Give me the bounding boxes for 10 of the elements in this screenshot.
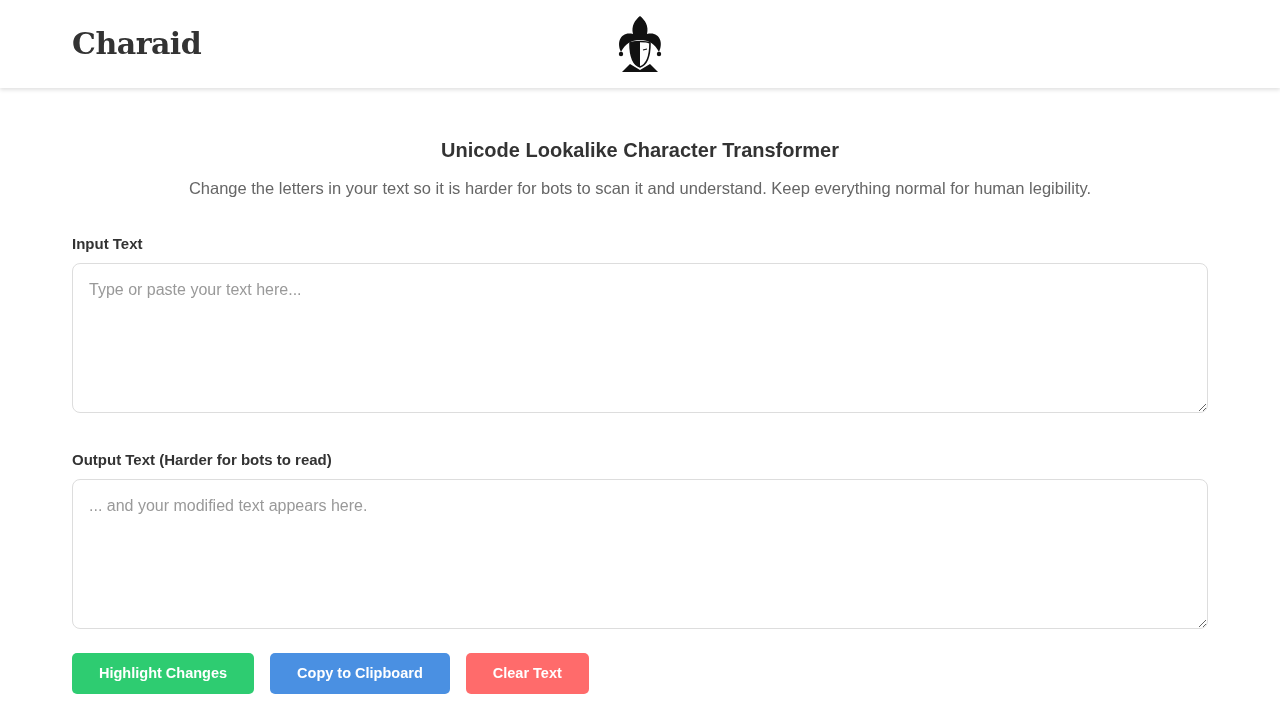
description-text: Change the letters in your text so it is harder for bots to scan it and understand. Keep everything normal for human legibility. (187, 178, 1093, 199)
page-title: Unicode Lookalike Character Transformer (440, 138, 840, 162)
action-button[interactable]: Copy to Clipboard (270, 653, 450, 695)
action-button[interactable]: Highlight Changes (72, 653, 255, 695)
input-text-area[interactable]: Type or paste your text here... (72, 263, 1208, 414)
logo-text[interactable]: Charaid (72, 29, 202, 59)
action-button[interactable]: Clear Text (465, 653, 589, 695)
field-label: Input Text (72, 235, 144, 254)
output-text-area[interactable]: ... and your modified text appears here. (72, 479, 1208, 630)
field-label: Output Text (Harder for bots to read) (72, 451, 333, 470)
